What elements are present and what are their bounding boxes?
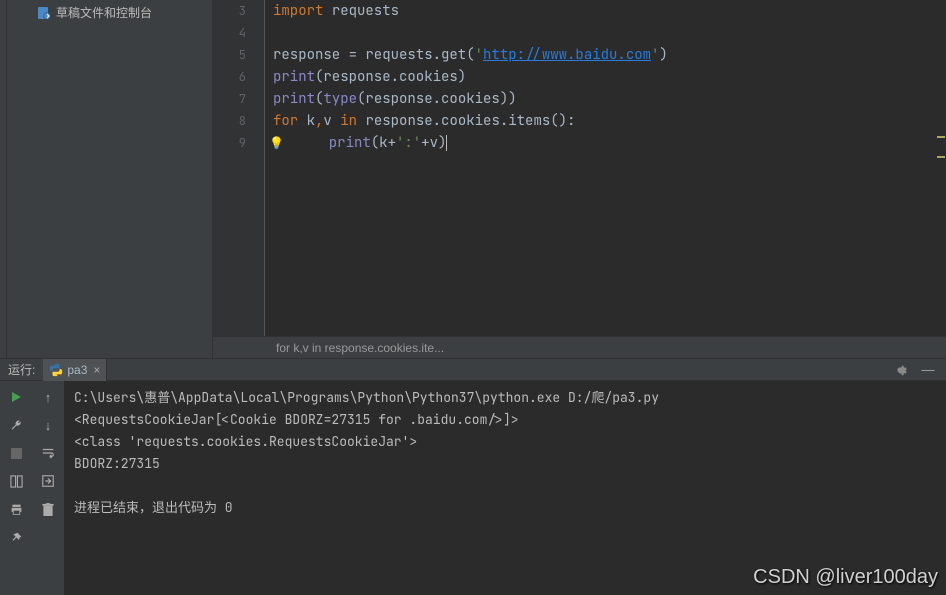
line-number[interactable]: 3: [213, 0, 264, 22]
minimize-icon[interactable]: —: [918, 360, 938, 380]
line-gutter: 3456789: [213, 0, 265, 336]
token: (response.cookies)): [357, 90, 517, 108]
line-number[interactable]: 4: [213, 22, 264, 44]
token: type: [323, 90, 357, 108]
scratch-icon: [37, 6, 51, 20]
editor-section: 草稿文件和控制台 3456789 import requests response…: [0, 0, 946, 358]
run-panel: 运行: pa3 × —: [0, 358, 946, 595]
token: [295, 134, 329, 152]
left-gutter-bar: [0, 0, 7, 358]
scratch-files-node[interactable]: 草稿文件和控制台: [7, 2, 212, 23]
trash-icon[interactable]: [38, 499, 58, 519]
close-tab-button[interactable]: ×: [91, 363, 102, 377]
run-body: ↑ ↓ C:\Users\惠普\AppData\Local\Programs\P…: [0, 381, 946, 595]
code-line[interactable]: 💡 print(k+':'+v): [273, 132, 946, 154]
line-number[interactable]: 5: [213, 44, 264, 66]
warning-mark[interactable]: [937, 136, 945, 138]
token: print: [273, 90, 315, 108]
rerun-button[interactable]: [6, 387, 26, 407]
code-line[interactable]: print(type(response.cookies)): [273, 88, 946, 110]
run-toolbar: ↑ ↓: [0, 381, 64, 595]
token: in: [340, 112, 357, 130]
up-arrow-icon[interactable]: ↑: [38, 387, 58, 407]
line-number[interactable]: 8: [213, 110, 264, 132]
token: http://www.baidu.com: [483, 46, 651, 64]
code-line[interactable]: for k,v in response.cookies.items():: [273, 110, 946, 132]
line-number[interactable]: 7: [213, 88, 264, 110]
caret: [446, 135, 447, 151]
console-output[interactable]: C:\Users\惠普\AppData\Local\Programs\Pytho…: [64, 381, 946, 595]
token: ): [659, 46, 667, 64]
error-stripe[interactable]: [936, 0, 946, 334]
run-label: 运行:: [0, 361, 43, 378]
token: print: [273, 68, 315, 86]
breadcrumb-text: for k,v in response.cookies.ite...: [276, 341, 444, 355]
editor[interactable]: 3456789 import requests response = reques…: [213, 0, 946, 358]
token: response.cookies.items():: [357, 112, 575, 130]
run-tab[interactable]: pa3 ×: [43, 359, 107, 381]
stop-button[interactable]: [6, 443, 26, 463]
python-icon: [49, 363, 63, 377]
token: v: [323, 112, 340, 130]
gear-icon[interactable]: [890, 360, 910, 380]
intention-bulb-icon[interactable]: 💡: [269, 135, 291, 151]
wrap-icon[interactable]: [38, 443, 58, 463]
down-arrow-icon[interactable]: ↓: [38, 415, 58, 435]
layout-icon[interactable]: [6, 471, 26, 491]
token: +v): [421, 134, 446, 152]
print-icon[interactable]: [6, 499, 26, 519]
wrench-icon[interactable]: [6, 415, 26, 435]
code-line[interactable]: import requests: [273, 0, 946, 22]
code-line[interactable]: response = requests.get('http://www.baid…: [273, 44, 946, 66]
code-line[interactable]: print(response.cookies): [273, 66, 946, 88]
run-tab-label: pa3: [67, 363, 87, 377]
token: requests: [332, 2, 399, 20]
token: k: [298, 112, 315, 130]
scroll-icon[interactable]: [38, 471, 58, 491]
pin-icon[interactable]: [6, 527, 26, 547]
token: (k+: [371, 134, 396, 152]
code-surface[interactable]: import requestsresponse = requests.get('…: [265, 0, 946, 336]
run-header: 运行: pa3 × —: [0, 359, 946, 381]
project-panel[interactable]: 草稿文件和控制台: [7, 0, 213, 358]
token: response = requests.get(: [273, 46, 475, 64]
line-number[interactable]: 6: [213, 66, 264, 88]
token: ': [475, 46, 483, 64]
token: [323, 2, 331, 20]
token: (response.cookies): [315, 68, 466, 86]
code-line[interactable]: [273, 22, 946, 44]
scratch-files-label: 草稿文件和控制台: [56, 4, 152, 21]
line-number[interactable]: 9: [213, 132, 264, 154]
breadcrumb-bar[interactable]: for k,v in response.cookies.ite...: [213, 336, 946, 358]
warning-mark[interactable]: [937, 156, 945, 158]
token: for: [273, 112, 298, 130]
token: import: [273, 2, 323, 20]
token: ':': [396, 134, 421, 152]
token: print: [329, 134, 371, 152]
